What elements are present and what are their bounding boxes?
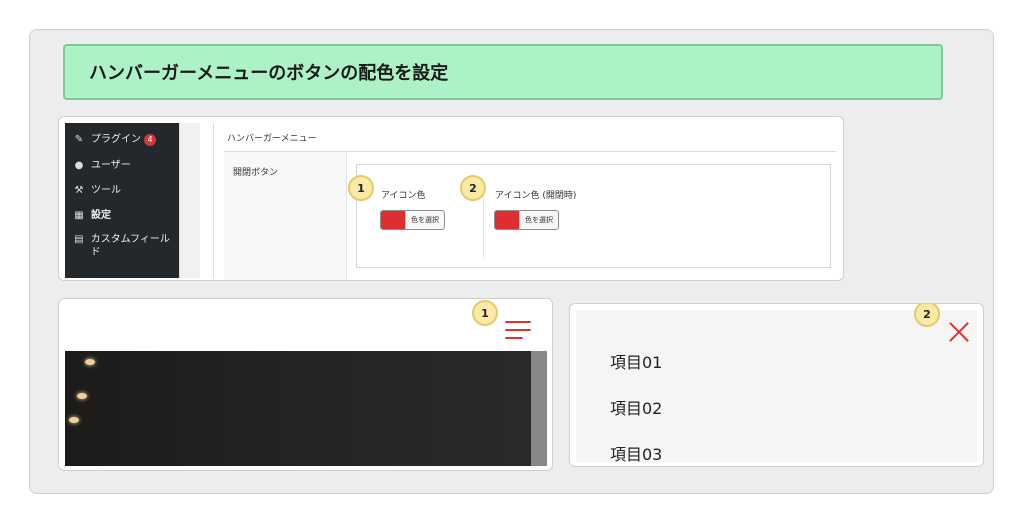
user-icon: ● bbox=[74, 160, 84, 171]
mobile-preview-closed: 1 bbox=[58, 298, 553, 471]
admin-sidebar: ✎ プラグイン 4 ● ユーザー ⚒ ツール ▦ 設定 ▤ カスタムフィールド bbox=[65, 123, 179, 278]
settings-row-label: 開閉ボタン bbox=[233, 168, 279, 178]
page-title-banner: ハンバーガーメニューのボタンの配色を設定 bbox=[63, 44, 943, 100]
mobile-preview-open: 2 項目01 項目02 項目03 bbox=[569, 303, 984, 467]
menu-item[interactable]: 項目03 bbox=[610, 441, 662, 465]
plugin-icon: ✎ bbox=[74, 134, 84, 145]
hero-image bbox=[65, 351, 531, 466]
sidebar-item-users[interactable]: ● ユーザー bbox=[73, 159, 177, 172]
sidebar-scroll-strip bbox=[179, 123, 200, 278]
menu-item[interactable]: 項目02 bbox=[610, 395, 662, 419]
sidebar-item-label: 設定 bbox=[91, 210, 111, 221]
sidebar-item-label: カスタムフィールド bbox=[90, 234, 170, 258]
section-title: ハンバーガーメニュー bbox=[227, 134, 317, 144]
sidebar-item-settings[interactable]: ▦ 設定 bbox=[73, 209, 177, 222]
custom-field-icon: ▤ bbox=[74, 234, 84, 245]
sidebar-item-tools[interactable]: ⚒ ツール bbox=[73, 184, 177, 197]
color-picker-label: 色を選択 bbox=[519, 211, 558, 229]
divider bbox=[213, 123, 214, 278]
admin-settings-panel: ✎ プラグイン 4 ● ユーザー ⚒ ツール ▦ 設定 ▤ カスタムフィールド ハ… bbox=[58, 116, 844, 281]
icon-color-label: アイコン色 bbox=[381, 191, 426, 201]
step-marker-2: 2 bbox=[460, 175, 486, 201]
close-icon[interactable] bbox=[948, 321, 970, 343]
menu-item[interactable]: 項目01 bbox=[610, 349, 662, 373]
page-title: ハンバーガーメニューのボタンの配色を設定 bbox=[89, 63, 449, 84]
settings-icon: ▦ bbox=[74, 210, 84, 221]
sidebar-item-label: プラグイン bbox=[91, 134, 141, 145]
icon-color-picker-button[interactable]: 色を選択 bbox=[380, 210, 445, 230]
sidebar-item-custom-fields[interactable]: ▤ カスタムフィールド bbox=[73, 233, 177, 259]
hamburger-icon[interactable] bbox=[505, 321, 531, 339]
color-swatch bbox=[495, 211, 519, 229]
icon-color-open-picker-button[interactable]: 色を選択 bbox=[494, 210, 559, 230]
scrollbar[interactable] bbox=[531, 351, 547, 466]
sidebar-item-label: ユーザー bbox=[91, 160, 131, 171]
wrench-icon: ⚒ bbox=[74, 185, 84, 196]
sidebar-item-label: ツール bbox=[91, 185, 121, 196]
step-marker-1: 1 bbox=[472, 300, 498, 326]
color-swatch bbox=[381, 211, 405, 229]
icon-color-open-label: アイコン色 (開閉時) bbox=[495, 191, 577, 201]
plugin-update-badge: 4 bbox=[144, 134, 156, 146]
sidebar-item-plugins[interactable]: ✎ プラグイン 4 bbox=[73, 133, 177, 146]
color-picker-label: 色を選択 bbox=[405, 211, 444, 229]
step-marker-1: 1 bbox=[348, 175, 374, 201]
drawer-menu bbox=[576, 310, 977, 462]
